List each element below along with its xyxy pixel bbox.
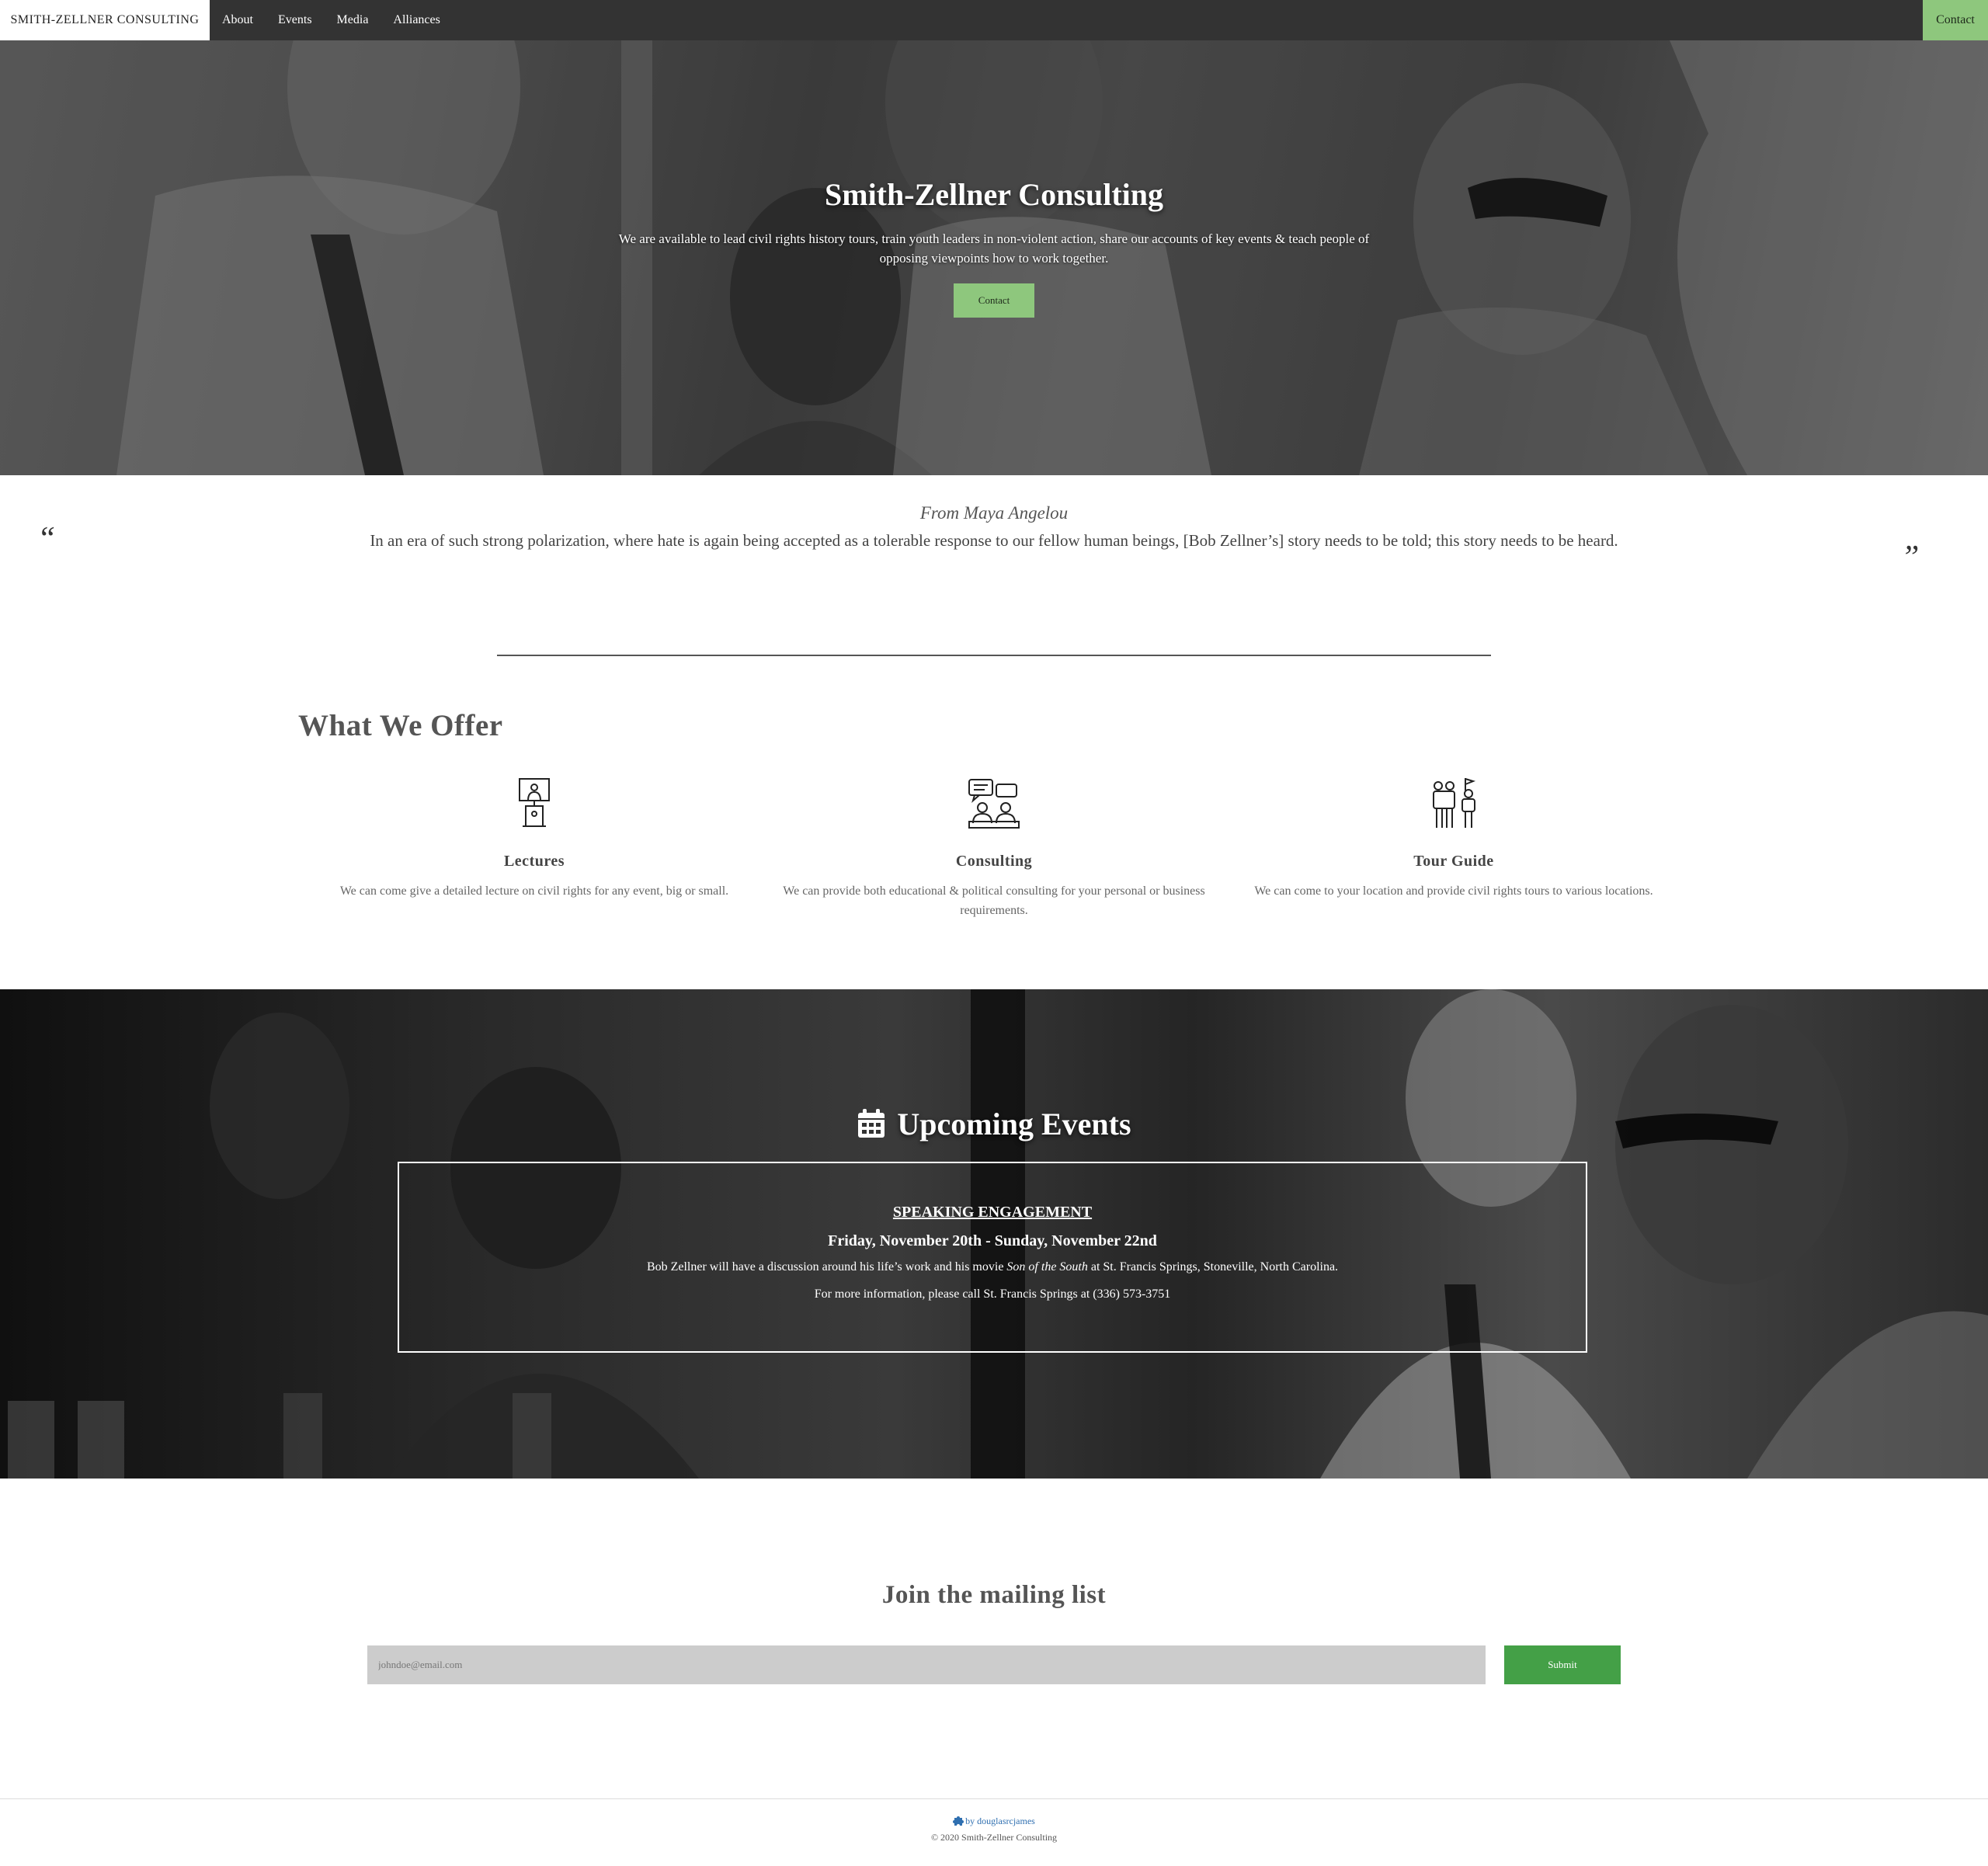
- offer-section-title: What We Offer: [298, 709, 503, 742]
- offer-desc-tour-guide: We can come to your location and provide…: [1254, 884, 1653, 898]
- offer-desc-lectures: We can come give a detailed lecture on c…: [339, 884, 729, 898]
- hero-title: Smith-Zellner Consulting: [825, 177, 1163, 212]
- offer-card-tour-guide: Tour Guide We can come to your location …: [1236, 777, 1671, 901]
- offer-name-lectures: Lectures: [503, 853, 565, 870]
- nav-links: About Events Media Alliances: [210, 0, 453, 40]
- events-title: Upcoming Events: [0, 1106, 1988, 1142]
- offer-desc-consulting: We can provide both educational & politi…: [783, 884, 1205, 917]
- nav-contact-button[interactable]: Contact: [1923, 0, 1988, 40]
- nav-link-alliances[interactable]: Alliances: [381, 0, 452, 40]
- event-card: SPEAKING ENGAGEMENT Friday, November 20t…: [398, 1162, 1587, 1353]
- email-input[interactable]: [367, 1645, 1486, 1684]
- lecture-podium-icon: [519, 778, 550, 827]
- events-section: Upcoming Events SPEAKING ENGAGEMENT Frid…: [0, 989, 1988, 1479]
- offer-name-tour-guide: Tour Guide: [1413, 853, 1494, 870]
- footer-divider: [0, 1798, 1988, 1799]
- top-navbar: SMITH-ZELLNER CONSULTING About Events Me…: [0, 0, 1988, 40]
- event-description: Bob Zellner will have a discussion aroun…: [646, 1260, 1339, 1274]
- brand-logo-link[interactable]: SMITH-ZELLNER CONSULTING: [0, 0, 210, 40]
- events-title-text: Upcoming Events: [897, 1107, 1131, 1141]
- quote-close-mark: ”: [1901, 540, 1920, 575]
- submit-button[interactable]: Submit: [1504, 1645, 1621, 1684]
- offer-card-lectures: Lectures We can come give a detailed lec…: [317, 777, 752, 901]
- footer-credit-text[interactable]: by douglasrcjames: [965, 1816, 1035, 1826]
- nav-link-events[interactable]: Events: [266, 0, 325, 40]
- mailing-list-title: Join the mailing list: [881, 1581, 1107, 1609]
- consulting-meeting-icon: [968, 779, 1020, 829]
- hero-section: Smith-Zellner Consulting We are availabl…: [0, 40, 1988, 475]
- event-date: Friday, November 20th - Sunday, November…: [828, 1232, 1157, 1249]
- puzzle-piece-icon: [953, 1816, 964, 1826]
- footer-credit-link[interactable]: by douglasrcjames: [0, 1816, 1988, 1827]
- tour-guide-icon: [1433, 778, 1476, 828]
- offer-name-consulting: Consulting: [955, 853, 1033, 870]
- section-divider: [497, 655, 1491, 656]
- hero-subtitle: We are available to lead civil rights hi…: [618, 231, 1370, 266]
- event-contact-info: For more information, please call St. Fr…: [814, 1287, 1171, 1301]
- nav-link-about[interactable]: About: [210, 0, 266, 40]
- quote-source: From Maya Angelou: [919, 503, 1069, 523]
- offer-card-consulting: Consulting We can provide both education…: [777, 777, 1211, 920]
- film-title: Son of the South: [1006, 1260, 1088, 1274]
- footer-copyright: © 2020 Smith-Zellner Consulting: [930, 1832, 1058, 1843]
- event-type-link[interactable]: SPEAKING ENGAGEMENT: [399, 1204, 1586, 1221]
- quote-text: In an era of such strong polarization, w…: [370, 531, 1618, 550]
- nav-link-media[interactable]: Media: [325, 0, 381, 40]
- calendar-icon: [858, 1109, 885, 1138]
- hero-contact-button[interactable]: Contact: [954, 283, 1034, 318]
